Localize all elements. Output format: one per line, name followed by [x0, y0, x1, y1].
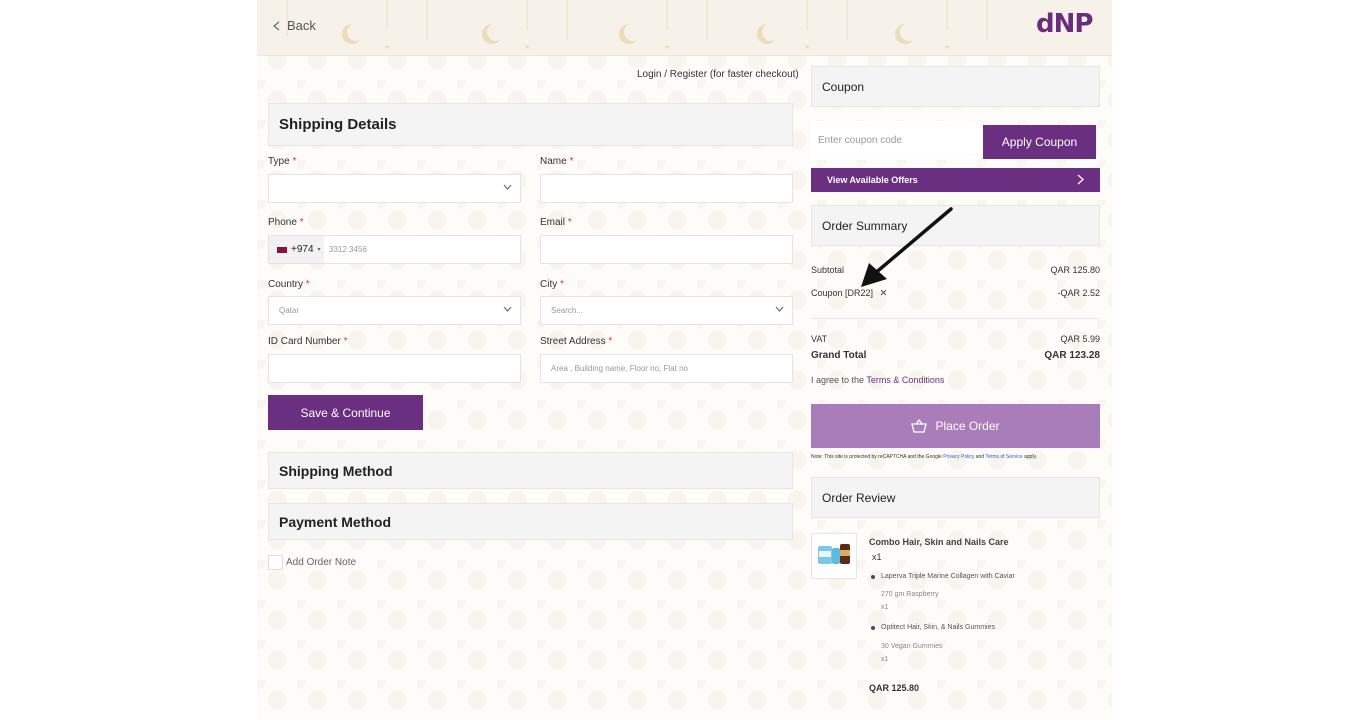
login-register-link[interactable]: Login / Register (for faster checkout)	[637, 69, 799, 80]
combo-item-qty: x1	[881, 604, 889, 611]
chevron-left-icon	[273, 21, 280, 30]
privacy-policy-link[interactable]: Privacy Policy	[943, 454, 974, 460]
header-banner	[257, 0, 1112, 56]
id-card-label: ID Card Number *	[268, 336, 348, 347]
shipping-details-header[interactable]: Shipping Details	[268, 103, 793, 146]
payment-method-title: Payment Method	[279, 513, 392, 530]
phone-label: Phone *	[268, 217, 304, 228]
terms-link[interactable]: Terms & Conditions	[866, 375, 944, 385]
place-order-label: Place Order	[935, 419, 1000, 433]
back-label: Back	[287, 18, 316, 33]
street-address-input[interactable]: Area , Building name, Floor no, Flat no	[540, 354, 793, 383]
combo-item-qty: x1	[881, 656, 889, 663]
product-thumbnail[interactable]	[811, 533, 857, 579]
vat-row: VAT QAR 5.99	[811, 334, 1100, 344]
coupon-input[interactable]: Enter coupon code	[811, 121, 981, 159]
email-input[interactable]	[540, 235, 793, 264]
qatar-flag-icon	[277, 246, 287, 253]
recaptcha-note: Note: This site is protected by reCAPTCH…	[811, 454, 1037, 460]
phone-placeholder: 3312 3456	[329, 245, 367, 254]
city-label: City *	[540, 279, 564, 290]
subtotal-value: QAR 125.80	[1050, 265, 1100, 275]
order-review-title: Order Review	[822, 490, 896, 505]
country-code-selector[interactable]: +974 ▾	[269, 236, 324, 263]
coupon-title: Coupon	[822, 79, 865, 94]
decorative-moon-pattern	[286, 0, 988, 49]
combo-item-variant: 270 gm Raspberry	[881, 591, 939, 598]
shipping-method-header[interactable]: Shipping Method	[268, 452, 793, 489]
save-continue-button[interactable]: Save & Continue	[268, 395, 423, 430]
coupon-header: Coupon	[811, 66, 1100, 107]
name-label: Name *	[540, 156, 574, 167]
caret-down-icon: ▾	[317, 247, 321, 253]
order-note-checkbox[interactable]	[268, 555, 283, 570]
coupon-discount-value: -QAR 2.52	[1057, 288, 1100, 298]
payment-method-header[interactable]: Payment Method	[268, 503, 793, 540]
grand-total-label: Grand Total	[811, 350, 867, 361]
chevron-down-icon	[775, 306, 784, 312]
shipping-method-title: Shipping Method	[279, 462, 393, 479]
apply-coupon-button[interactable]: Apply Coupon	[983, 125, 1096, 159]
view-offers-button[interactable]: View Available Offers	[811, 168, 1100, 192]
vat-label: VAT	[811, 334, 828, 344]
place-order-button[interactable]: Place Order	[811, 404, 1100, 448]
vat-value: QAR 5.99	[1060, 334, 1100, 344]
subtotal-label: Subtotal	[811, 265, 845, 275]
type-label: Type *	[268, 156, 297, 167]
product-total-price: QAR 125.80	[869, 683, 920, 693]
product-image	[818, 544, 850, 564]
chevron-down-icon	[503, 184, 512, 190]
order-note-label[interactable]: Add Order Note	[286, 557, 356, 568]
coupon-placeholder: Enter coupon code	[818, 134, 902, 146]
country-value: Qatar	[279, 306, 300, 315]
type-select[interactable]	[268, 174, 521, 203]
chevron-down-icon	[503, 306, 512, 312]
phone-input[interactable]: +974 ▾ 3312 3456	[268, 235, 521, 264]
product-title[interactable]: Combo Hair, Skin and Nails Care	[869, 537, 1009, 547]
country-label: Country *	[268, 279, 310, 290]
bullet-dot	[871, 626, 875, 630]
logo-text: dNP	[1036, 9, 1093, 39]
name-input[interactable]	[540, 174, 793, 203]
view-offers-label: View Available Offers	[827, 175, 918, 185]
shipping-details-title: Shipping Details	[279, 116, 397, 133]
terms-prefix: I agree to the	[811, 375, 865, 385]
city-placeholder: Search...	[551, 306, 584, 315]
id-card-input[interactable]	[268, 354, 521, 383]
logo[interactable]: dNP	[1036, 9, 1093, 39]
combo-item-variant: 30 Vegan Gummies	[881, 643, 943, 650]
annotation-arrow-icon	[861, 207, 953, 287]
basket-icon	[911, 419, 928, 433]
product-quantity: x1	[872, 552, 882, 562]
combo-item-name: Optitect Hair, Skin, & Nails Gummies	[881, 624, 995, 631]
city-select[interactable]: Search...	[540, 296, 793, 325]
street-placeholder: Area , Building name, Floor no, Flat no	[551, 364, 688, 373]
order-review-header: Order Review	[811, 477, 1100, 518]
terms-of-service-link[interactable]: Terms of Service	[985, 454, 1022, 460]
bullet-dot	[871, 575, 875, 579]
combo-item-name: Laperva Triple Marine Collagen with Cavi…	[881, 573, 1015, 580]
grand-total-value: QAR 123.28	[1044, 350, 1100, 361]
terms-agreement: I agree to the Terms & Conditions	[811, 375, 944, 385]
country-code: +974	[291, 244, 314, 255]
summary-divider	[811, 318, 1100, 319]
street-address-label: Street Address *	[540, 336, 613, 347]
back-button[interactable]: Back	[273, 18, 316, 33]
chevron-right-icon	[1077, 174, 1084, 185]
email-label: Email *	[540, 217, 572, 228]
grand-total-row: Grand Total QAR 123.28	[811, 350, 1100, 361]
country-select[interactable]: Qatar	[268, 296, 521, 325]
